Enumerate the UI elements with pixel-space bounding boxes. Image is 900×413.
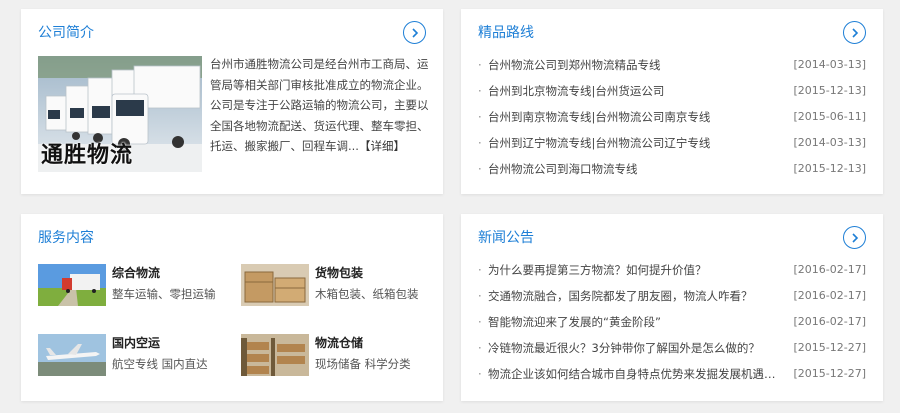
list-item[interactable]: 台州到北京物流专线|台州货运公司 [2015-12-13] bbox=[478, 78, 866, 104]
service-desc: 航空专线 国内直达 bbox=[112, 357, 208, 371]
warehouse-thumbnail bbox=[241, 334, 309, 376]
services-card: 服务内容 综合物流 整车运输、零担运输 货物包装 木箱包装、纸箱包装 国内空运 … bbox=[21, 214, 443, 401]
chevron-right-icon bbox=[851, 27, 858, 38]
service-item-air[interactable]: 国内空运 航空专线 国内直达 bbox=[38, 334, 228, 378]
service-desc: 现场储备 科学分类 bbox=[315, 357, 411, 371]
wooden-box-thumbnail bbox=[241, 264, 309, 306]
news-item-title[interactable]: 物流企业该如何结合城市自身特点优势来发掘发展机遇呢？ bbox=[488, 361, 786, 387]
service-desc: 整车运输、零担运输 bbox=[112, 287, 216, 301]
news-item-date: [2016-02-17] bbox=[793, 263, 866, 276]
route-date: [2014-03-13] bbox=[793, 58, 866, 71]
route-title[interactable]: 台州物流公司到海口物流专线 bbox=[488, 156, 638, 182]
news-list: 为什么要再提第三方物流？如何提升价值？ [2016-02-17] 交通物流融合，国… bbox=[478, 257, 866, 387]
logo-text: 通胜物流 bbox=[41, 142, 134, 168]
route-title[interactable]: 台州到辽宁物流专线|台州物流公司辽宁专线 bbox=[488, 130, 710, 156]
list-item[interactable]: 物流企业该如何结合城市自身特点优势来发掘发展机遇呢？ [2015-12-27] bbox=[478, 361, 866, 387]
trucks-image[interactable]: 通胜物流 bbox=[38, 56, 202, 172]
chevron-right-icon bbox=[411, 27, 418, 38]
news-title: 新闻公告 bbox=[478, 230, 534, 246]
service-name[interactable]: 货物包装 bbox=[315, 264, 363, 281]
routes-more-button[interactable] bbox=[843, 21, 866, 44]
news-item-date: [2016-02-17] bbox=[793, 289, 866, 302]
routes-card: 精品路线 台州物流公司到郑州物流精品专线 [2014-03-13] 台州到北京物流… bbox=[461, 9, 883, 194]
about-card: 公司简介 通胜物流 台州市通胜物流公司是经台州市工商局、运管局等相关部门审核批准… bbox=[21, 9, 443, 194]
news-item-title[interactable]: 冷链物流最近很火？3分钟带你了解国外是怎么做的？ bbox=[488, 335, 760, 361]
list-item[interactable]: 为什么要再提第三方物流？如何提升价值？ [2016-02-17] bbox=[478, 257, 866, 283]
list-item[interactable]: 台州物流公司到郑州物流精品专线 [2014-03-13] bbox=[478, 52, 866, 78]
news-card: 新闻公告 为什么要再提第三方物流？如何提升价值？ [2016-02-17] 交通物… bbox=[461, 214, 883, 401]
truck-road-thumbnail bbox=[38, 264, 106, 306]
routes-title: 精品路线 bbox=[478, 25, 534, 41]
services-title: 服务内容 bbox=[38, 230, 94, 246]
route-title[interactable]: 台州到南京物流专线|台州物流公司南京专线 bbox=[488, 104, 710, 130]
news-item-title[interactable]: 交通物流融合，国务院都发了朋友圈，物流人咋看？ bbox=[488, 283, 753, 309]
service-name[interactable]: 国内空运 bbox=[112, 334, 160, 351]
route-date: [2015-12-13] bbox=[793, 84, 866, 97]
news-item-title[interactable]: 为什么要再提第三方物流？如何提升价值？ bbox=[488, 257, 707, 283]
news-item-title[interactable]: 智能物流迎来了发展的“黄金阶段” bbox=[488, 309, 661, 335]
route-date: [2014-03-13] bbox=[793, 136, 866, 149]
about-title: 公司简介 bbox=[38, 25, 94, 41]
service-item-logistics[interactable]: 综合物流 整车运输、零担运输 bbox=[38, 264, 228, 308]
news-item-date: [2016-02-17] bbox=[793, 315, 866, 328]
about-more-button[interactable] bbox=[403, 21, 426, 44]
list-item[interactable]: 台州物流公司到海口物流专线 [2015-12-13] bbox=[478, 156, 866, 182]
route-date: [2015-12-13] bbox=[793, 162, 866, 175]
service-name[interactable]: 综合物流 bbox=[112, 264, 160, 281]
about-detail-link[interactable]: 【详细】 bbox=[359, 139, 405, 153]
list-item[interactable]: 台州到南京物流专线|台州物流公司南京专线 [2015-06-11] bbox=[478, 104, 866, 130]
list-item[interactable]: 台州到辽宁物流专线|台州物流公司辽宁专线 [2014-03-13] bbox=[478, 130, 866, 156]
service-item-packaging[interactable]: 货物包装 木箱包装、纸箱包装 bbox=[241, 264, 431, 308]
route-title[interactable]: 台州物流公司到郑州物流精品专线 bbox=[488, 52, 661, 78]
chevron-right-icon bbox=[851, 232, 858, 243]
list-item[interactable]: 交通物流融合，国务院都发了朋友圈，物流人咋看？ [2016-02-17] bbox=[478, 283, 866, 309]
list-item[interactable]: 智能物流迎来了发展的“黄金阶段” [2016-02-17] bbox=[478, 309, 866, 335]
service-name[interactable]: 物流仓储 bbox=[315, 334, 363, 351]
service-desc: 木箱包装、纸箱包装 bbox=[315, 287, 419, 301]
news-item-date: [2015-12-27] bbox=[793, 341, 866, 354]
about-text: 台州市通胜物流公司是经台州市工商局、运管局等相关部门审核批准成立的物流企业。公司… bbox=[210, 54, 432, 157]
service-item-warehouse[interactable]: 物流仓储 现场储备 科学分类 bbox=[241, 334, 431, 378]
airplane-thumbnail bbox=[38, 334, 106, 376]
news-more-button[interactable] bbox=[843, 226, 866, 249]
route-title[interactable]: 台州到北京物流专线|台州货运公司 bbox=[488, 78, 664, 104]
routes-list: 台州物流公司到郑州物流精品专线 [2014-03-13] 台州到北京物流专线|台州… bbox=[478, 52, 866, 182]
route-date: [2015-06-11] bbox=[793, 110, 866, 123]
list-item[interactable]: 冷链物流最近很火？3分钟带你了解国外是怎么做的？ [2015-12-27] bbox=[478, 335, 866, 361]
news-item-date: [2015-12-27] bbox=[793, 367, 866, 380]
